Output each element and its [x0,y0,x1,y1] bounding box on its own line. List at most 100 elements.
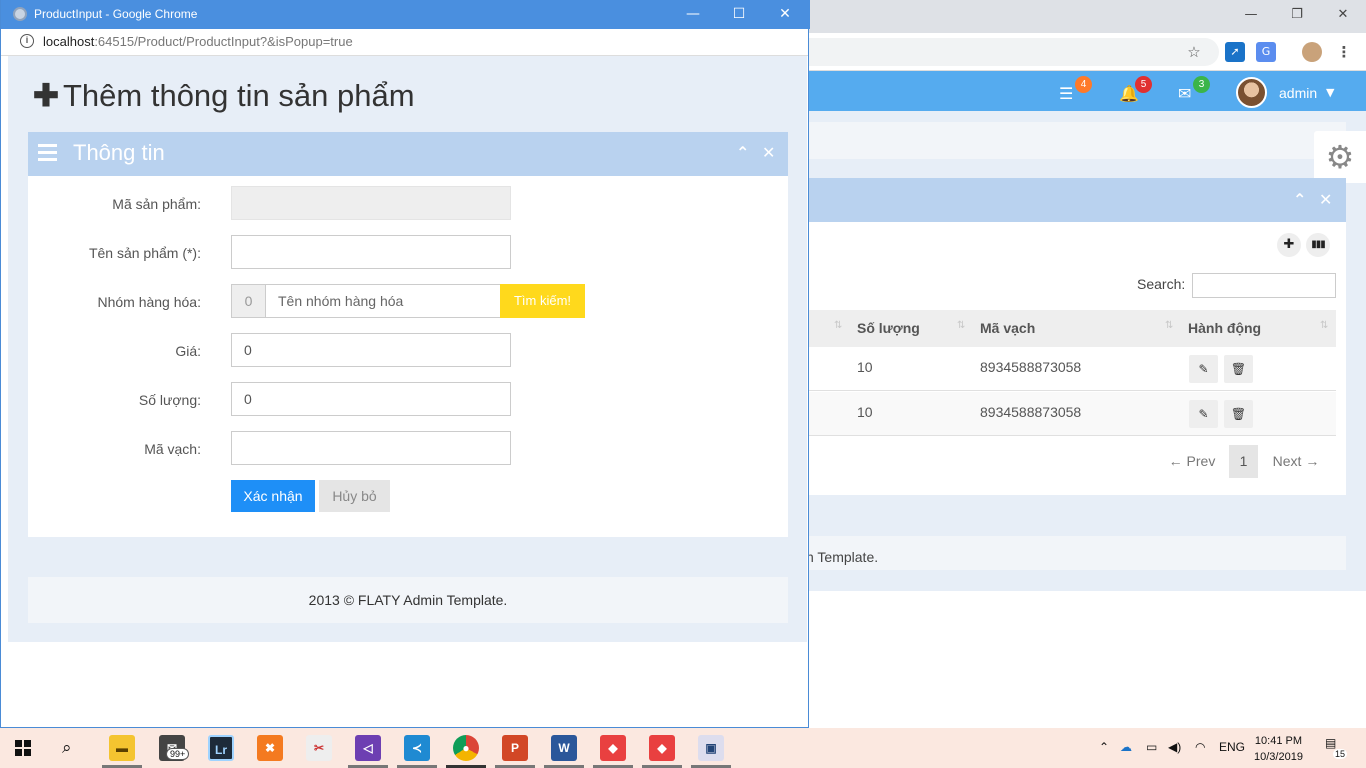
page-title: ✚ Thêm thông tin sản phẩm [33,78,415,113]
row-quantity: 10 [857,359,873,375]
column-header-quantity[interactable]: Số lượng [857,320,920,336]
edit-icon[interactable]: ✎ [1189,400,1218,428]
barcode-input[interactable] [231,431,511,465]
remote-desktop-icon[interactable]: ▣ [698,735,724,761]
windows-start-icon[interactable] [15,740,32,757]
chevron-up-icon[interactable]: ⌃ [1099,740,1109,754]
close-box-icon[interactable]: ✕ [1319,190,1332,209]
row-quantity: 10 [857,404,873,420]
pager-next[interactable]: Next → [1258,445,1334,478]
language-indicator[interactable]: ENG [1219,740,1245,754]
label-product-code: Mã sản phẩm: [112,196,201,212]
close-box-icon[interactable]: ✕ [762,143,775,162]
notifications-badge: 5 [1135,76,1152,93]
action-center-icon[interactable]: ▤ [1325,736,1336,750]
close-icon[interactable]: ✕ [1320,0,1366,30]
messages-badge: 3 [1193,76,1210,93]
translate-icon[interactable]: G [1256,42,1276,62]
bookmark-star-icon[interactable]: ☆ [1184,42,1204,62]
volume-icon[interactable]: ◀) [1168,740,1181,754]
tool-icon[interactable]: ✂ [306,735,332,761]
minimize-icon[interactable]: — [670,0,716,29]
pager-page[interactable]: 1 [1229,445,1258,478]
background-blank [809,591,1366,728]
search-icon[interactable]: ⌕ [62,738,72,758]
breadcrumb [809,122,1346,159]
background-footer-text: n Template. [806,549,879,565]
profile-avatar-icon[interactable] [1302,42,1322,62]
wifi-icon[interactable]: ◠ [1195,740,1205,754]
maximize-icon[interactable]: ☐ [716,0,762,29]
plus-icon: ✚ [33,78,59,113]
collapse-icon[interactable]: ⌃ [1293,190,1306,209]
envelope-icon[interactable]: ✉ [1178,84,1191,103]
popup-title: ProductInput - Google Chrome [34,7,198,21]
lightroom-icon[interactable]: Lr [208,735,234,761]
gear-icon[interactable]: ⚙ [1314,131,1366,183]
group-search-button[interactable]: Tìm kiếm! [500,284,585,318]
tasks-icon[interactable]: ☰ [1059,84,1073,103]
product-name-input[interactable] [231,235,511,269]
background-box-header: ⌃ ✕ [809,178,1346,222]
notification-count: 15 [1333,749,1348,759]
popup-address-bar[interactable]: i localhost:64515/Product/ProductInput?&… [1,29,808,56]
pager-prev[interactable]: ← Prev [1156,445,1228,478]
chrome-icon[interactable]: ● [453,735,479,761]
quantity-input[interactable]: 0 [231,382,511,416]
menu-kebab-icon[interactable]: ⋮ [1334,42,1354,62]
submit-button[interactable]: Xác nhận [231,480,315,512]
group-name-input[interactable]: Tên nhóm hàng hóa [265,284,501,318]
info-icon[interactable]: i [20,34,34,48]
globe-icon [13,7,27,21]
add-button[interactable]: ✚ [1277,233,1301,257]
cancel-button[interactable]: Hủy bỏ [319,480,390,512]
label-quantity: Số lượng: [138,392,201,408]
search-label: Search: [1137,276,1186,292]
clock[interactable]: 10:41 PM 10/3/2019 [1254,733,1303,765]
row-barcode: 8934588873058 [980,404,1082,420]
edit-icon[interactable]: ✎ [1189,355,1218,383]
taskbar [0,728,1366,768]
close-icon[interactable]: ✕ [762,0,808,29]
background-address-bar[interactable] [809,38,1219,66]
onedrive-icon[interactable]: ☁ [1120,740,1132,754]
background-footer [809,536,1346,570]
file-explorer-icon[interactable]: ▬ [109,735,135,761]
vscode-icon[interactable]: ≺ [404,735,430,761]
label-price: Giá: [175,343,201,359]
sort-icon[interactable]: ⇅ [834,320,842,331]
clock-time: 10:41 PM [1254,735,1303,747]
sort-icon[interactable]: ⇅ [1165,320,1173,331]
barcode-button[interactable]: ▮▮▮ [1306,233,1330,257]
trash-icon[interactable]: 🗑 [1224,355,1253,383]
avatar[interactable] [1236,77,1267,108]
group-id-field: 0 [231,284,266,318]
anydesk-icon[interactable]: ◆ [600,735,626,761]
column-header-barcode[interactable]: Mã vạch [980,320,1035,336]
battery-icon[interactable]: ▭ [1146,740,1157,754]
sort-icon[interactable]: ⇅ [957,320,965,331]
hamburger-icon [38,144,57,165]
row-barcode: 8934588873058 [980,359,1082,375]
sort-icon[interactable]: ⇅ [1320,320,1328,331]
user-name[interactable]: admin [1279,85,1317,101]
search-input[interactable] [1192,273,1336,298]
popup-footer-text: 2013 © FLATY Admin Template. [308,592,508,608]
powerpoint-icon[interactable]: P [502,735,528,761]
restore-icon[interactable]: ❐ [1274,0,1320,30]
extension-icon[interactable]: ➚ [1225,42,1245,62]
collapse-icon[interactable]: ⌃ [736,143,749,162]
caret-down-icon[interactable]: ▼ [1326,86,1334,99]
url-text: localhost:64515/Product/ProductInput?&is… [43,34,353,49]
clock-date: 10/3/2019 [1254,751,1303,763]
visual-studio-icon[interactable]: ◁ [355,735,381,761]
trash-icon[interactable]: 🗑 [1224,400,1253,428]
word-icon[interactable]: W [551,735,577,761]
column-header-actions[interactable]: Hành động [1188,320,1261,336]
minimize-icon[interactable]: — [1228,0,1274,30]
anydesk-icon[interactable]: ◆ [649,735,675,761]
label-product-name: Tên sản phẩm (*): [88,245,201,261]
price-input[interactable]: 0 [231,333,511,367]
xampp-icon[interactable]: ✖ [257,735,283,761]
box-title: Thông tin [73,140,165,165]
